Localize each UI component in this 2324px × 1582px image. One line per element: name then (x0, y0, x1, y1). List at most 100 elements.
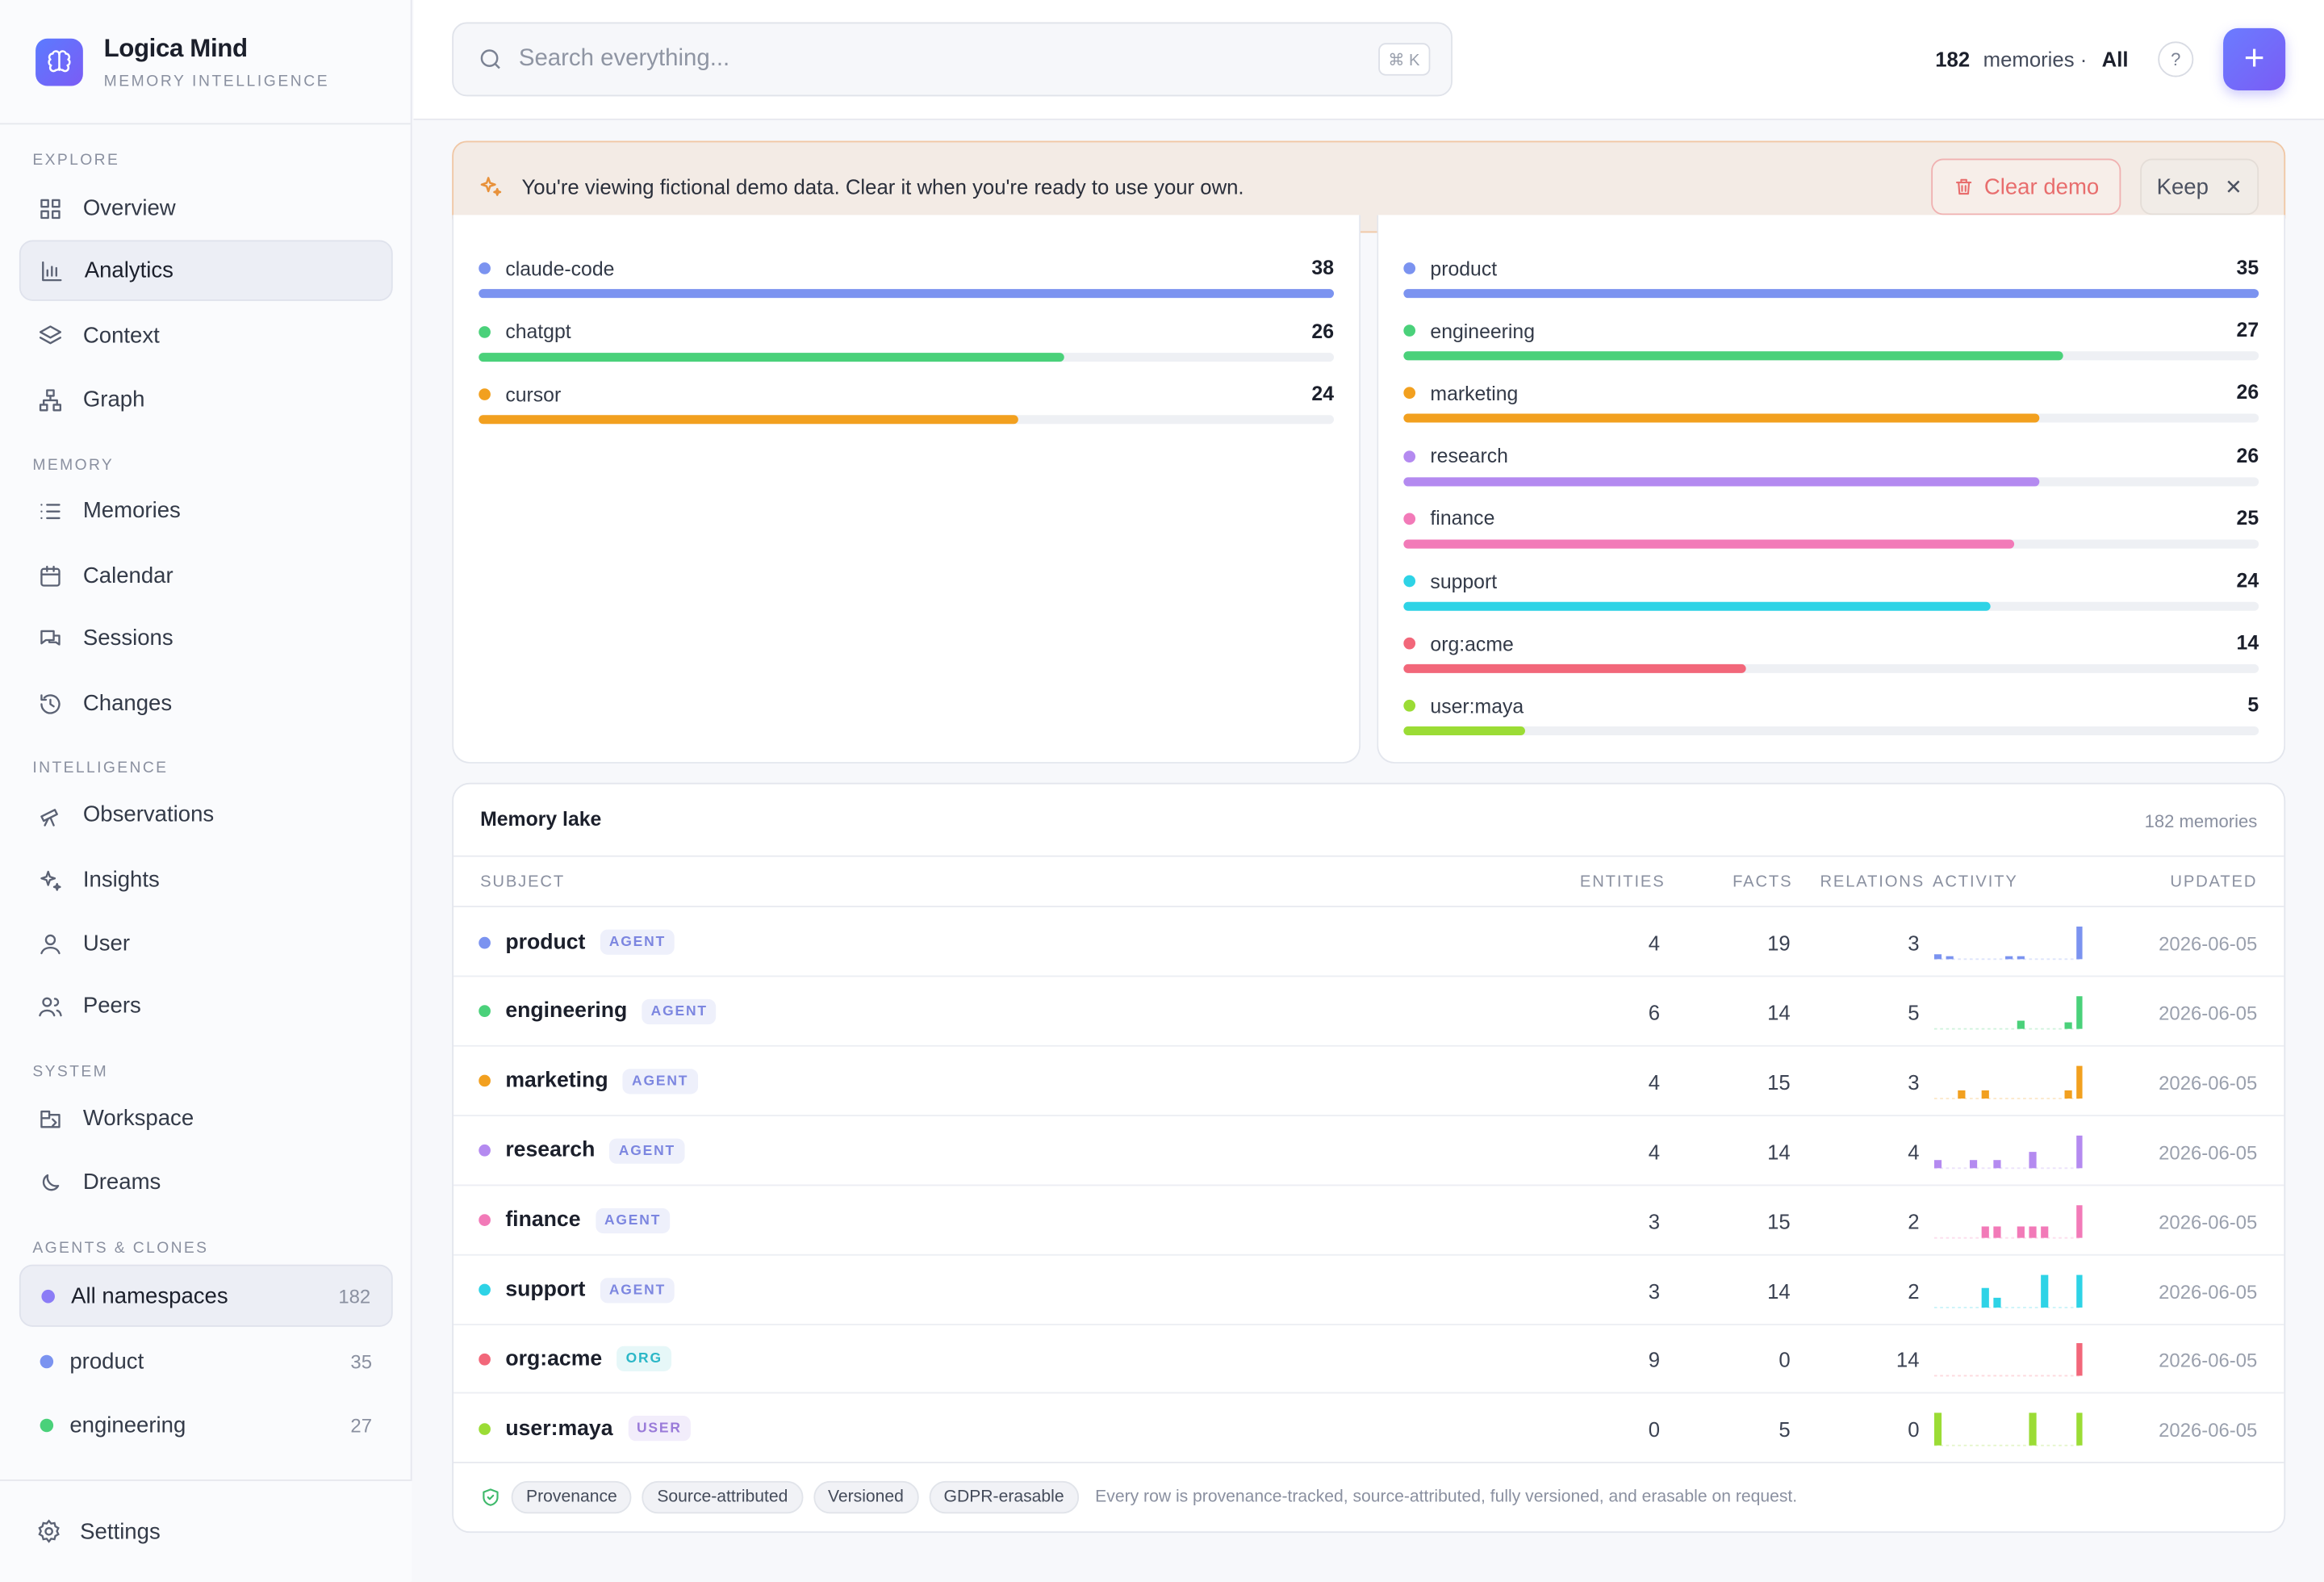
bar-label: chatgpt (479, 320, 571, 343)
bar-fill (1403, 289, 2259, 299)
table-row[interactable]: product AGENT 4 19 3 2026-06-05 (454, 907, 2284, 977)
source-bar-row[interactable]: claude-code 38 (479, 257, 1335, 310)
subject-kind-badge: AGENT (600, 1277, 675, 1303)
table-row[interactable]: finance AGENT 3 15 2 2026-06-05 (454, 1186, 2284, 1255)
source-bar-row[interactable]: chatgpt 26 (479, 320, 1335, 373)
bar-label: cursor (479, 383, 561, 406)
col-relations[interactable]: RELATIONS (1820, 873, 1925, 891)
bar-value: 5 (2247, 694, 2259, 717)
brain-icon[interactable] (36, 37, 83, 86)
memory-lake-count: 182 memories (2144, 810, 2258, 832)
updated-cell: 2026-06-05 (2159, 1071, 2258, 1094)
bar-fill (1403, 664, 1746, 674)
nav-dreams[interactable]: Dreams (19, 1152, 393, 1212)
nav-context[interactable]: Context (19, 305, 393, 366)
top-bar: ⌘ K 182 memories · All ? + (413, 0, 2324, 120)
bar-fill (479, 289, 1335, 299)
table-row[interactable]: support AGENT 3 14 2 2026-06-05 (454, 1255, 2284, 1325)
namespace-engineering[interactable]: engineering 27 (19, 1393, 393, 1455)
activity-bar (2017, 1225, 2025, 1237)
history-icon (37, 690, 64, 717)
legend-dot (1403, 575, 1416, 588)
namespace-bar-row[interactable]: org:acme 14 (1403, 632, 2259, 685)
table-header: SUBJECT ENTITIES FACTS RELATIONS ACTIVIT… (454, 855, 2284, 908)
nav-memories[interactable]: Memories (19, 480, 393, 541)
subject-name[interactable]: support (505, 1278, 585, 1301)
subject-dot (479, 1075, 491, 1087)
bar-label: user:maya (1403, 694, 1524, 718)
subject-name[interactable]: finance (505, 1208, 580, 1232)
legend-dot (1403, 450, 1416, 462)
search-box[interactable]: ⌘ K (452, 22, 1452, 97)
nav-label: Context (82, 323, 160, 349)
help-button[interactable]: ? (2158, 41, 2194, 77)
add-memory-button[interactable]: + (2223, 27, 2286, 91)
bar-fill (1403, 539, 2015, 549)
nav-calendar[interactable]: Calendar (19, 546, 393, 606)
nav-peers[interactable]: Peers (19, 976, 393, 1036)
nav-changes[interactable]: Changes (19, 673, 393, 734)
facts-cell: 15 (1767, 1069, 1791, 1094)
bar-label: org:acme (1403, 632, 1514, 655)
activity-bar (1933, 1159, 1942, 1168)
subject-name[interactable]: engineering (505, 1000, 627, 1023)
bar-track (1403, 351, 2259, 361)
settings-button[interactable]: Settings (0, 1479, 412, 1582)
table-row[interactable]: engineering AGENT 6 14 5 2026-06-05 (454, 977, 2284, 1047)
bar-label-text: support (1430, 570, 1498, 592)
nav-workspace[interactable]: Workspace (19, 1088, 393, 1149)
source-bar-row[interactable]: cursor 24 (479, 383, 1335, 436)
bar-label-text: research (1430, 445, 1508, 467)
namespace-bar-row[interactable]: user:maya 5 (1403, 694, 2259, 747)
entities-cell: 3 (1648, 1209, 1661, 1233)
col-subject[interactable]: SUBJECT (480, 873, 565, 891)
col-activity[interactable]: ACTIVITY (1933, 873, 2018, 891)
bar-label-text: claude-code (505, 257, 615, 280)
activity-bar (2005, 956, 2013, 960)
search-input[interactable] (518, 45, 1349, 73)
nav-insights[interactable]: Insights (19, 849, 393, 910)
nav-overview[interactable]: Overview (19, 178, 393, 238)
subject-cell: org:acme ORG (479, 1346, 671, 1372)
bar-fill (1403, 414, 2039, 424)
activity-bar (1958, 1090, 1966, 1099)
namespace-product[interactable]: product 35 (19, 1330, 393, 1392)
namespace-bar-row[interactable]: research 26 (1403, 444, 2259, 497)
bar-label: engineering (1403, 319, 1535, 342)
nav-observations[interactable]: Observations (19, 785, 393, 845)
subject-name[interactable]: user:maya (505, 1417, 612, 1441)
namespace-bar-row[interactable]: finance 25 (1403, 507, 2259, 560)
table-row[interactable]: org:acme ORG 9 0 14 2026-06-05 (454, 1325, 2284, 1395)
subject-name[interactable]: product (505, 931, 585, 954)
nav-graph[interactable]: Graph (19, 369, 393, 429)
nav-analytics[interactable]: Analytics (19, 240, 393, 301)
relations-cell: 14 (1896, 1348, 1920, 1372)
keep-demo-button[interactable]: Keep ✕ (2140, 158, 2259, 216)
col-entities[interactable]: ENTITIES (1580, 873, 1666, 891)
nav-user[interactable]: User (19, 913, 393, 973)
namespace-bar-row[interactable]: marketing 26 (1403, 382, 2259, 435)
col-facts[interactable]: FACTS (1733, 873, 1792, 891)
subject-name[interactable]: org:acme (505, 1347, 602, 1371)
table-row[interactable]: marketing AGENT 4 15 3 2026-06-05 (454, 1046, 2284, 1116)
subject-cell: marketing AGENT (479, 1068, 698, 1094)
subject-name[interactable]: research (505, 1139, 595, 1162)
table-row[interactable]: user:maya USER 0 5 0 2026-06-05 (454, 1394, 2284, 1464)
nav-sessions[interactable]: Sessions (19, 608, 393, 668)
namespace-all[interactable]: All namespaces 182 (19, 1264, 393, 1327)
activity-bar (2076, 1343, 2083, 1377)
list-icon (37, 497, 64, 524)
clear-demo-button[interactable]: Clear demo (1931, 158, 2121, 216)
app-root: Logica Mind MEMORY INTELLIGENCE EXPLORE … (0, 0, 2324, 1582)
scope-selector[interactable]: All (2102, 48, 2129, 71)
namespace-bar-row[interactable]: product 35 (1403, 257, 2259, 310)
namespace-count: 35 (350, 1350, 373, 1372)
namespace-bar-row[interactable]: support 24 (1403, 569, 2259, 622)
table-row[interactable]: research AGENT 4 14 4 2026-06-05 (454, 1115, 2284, 1186)
namespace-bar-row[interactable]: engineering 27 (1403, 319, 2259, 372)
subject-name[interactable]: marketing (505, 1069, 608, 1093)
col-updated[interactable]: UPDATED (2170, 873, 2257, 891)
subject-kind-badge: AGENT (622, 1068, 698, 1094)
activity-bar (1946, 956, 1954, 960)
activity-bar (1933, 1412, 1942, 1446)
